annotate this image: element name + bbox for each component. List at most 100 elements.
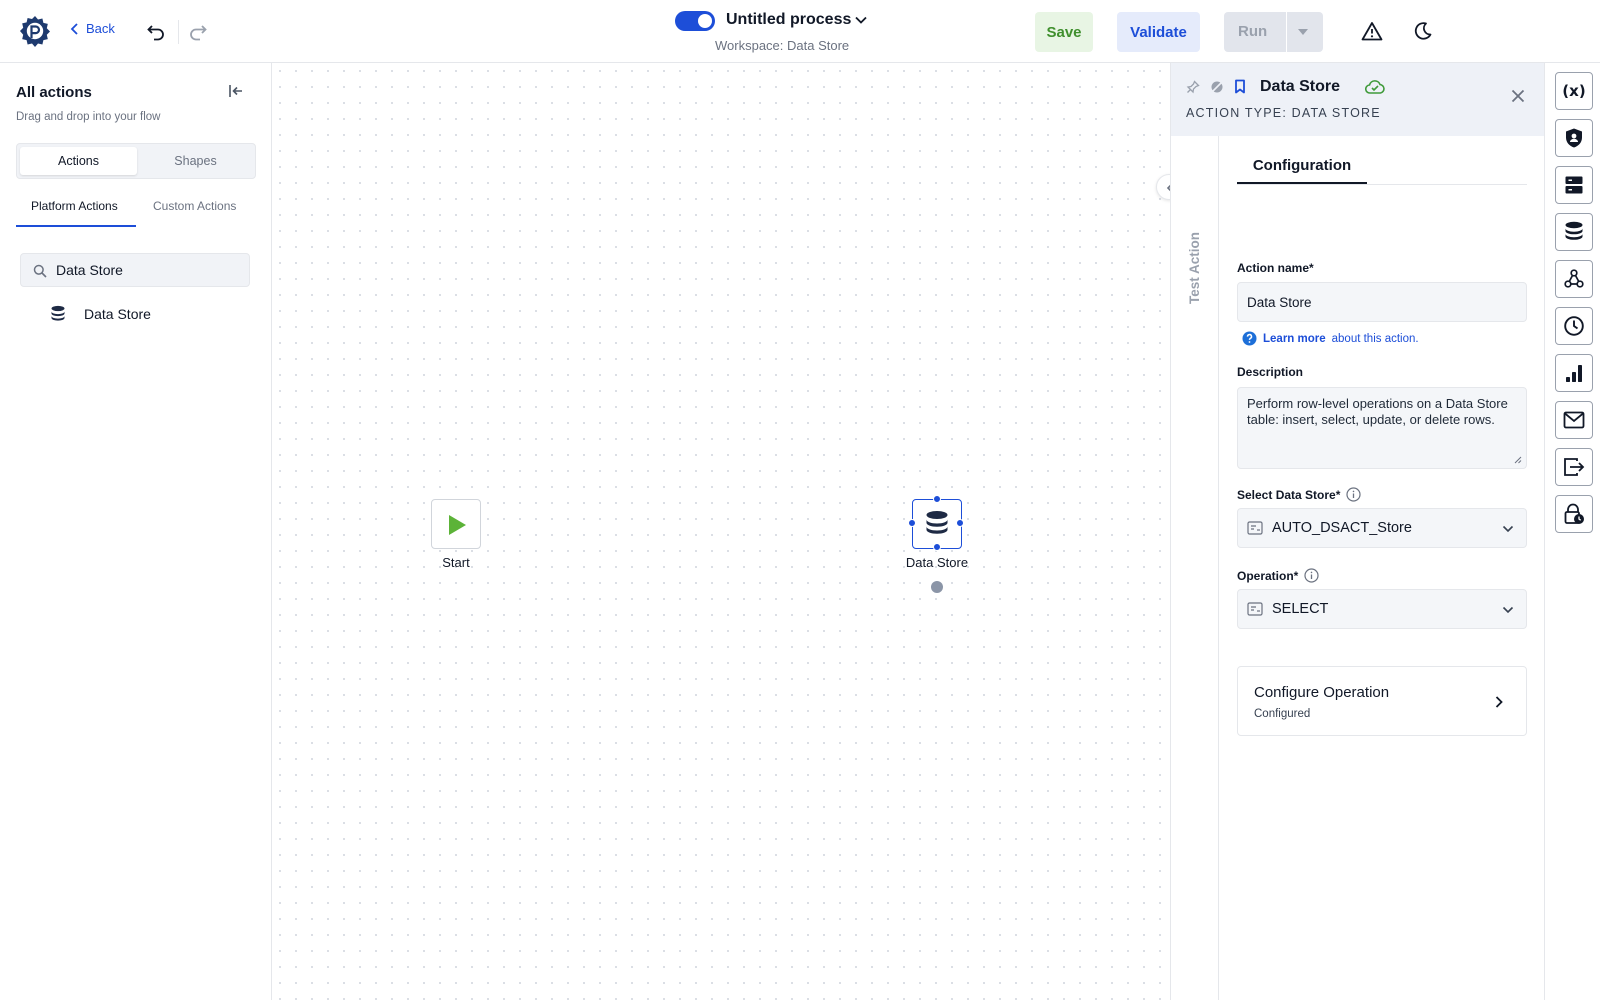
list-item[interactable]: Data Store [20, 298, 250, 330]
chevron-down-icon [1502, 606, 1514, 614]
configure-operation-card[interactable]: Configure Operation Configured [1237, 666, 1527, 736]
chevron-right-icon [1495, 696, 1503, 708]
process-enabled-toggle[interactable] [675, 11, 715, 31]
back-label: Back [86, 21, 115, 36]
select-store-label-row: Select Data Store* [1237, 487, 1361, 502]
action-name-input[interactable] [1238, 283, 1526, 321]
undo-icon[interactable] [146, 21, 166, 41]
segment-actions[interactable]: Actions [20, 147, 137, 175]
pin-icon[interactable] [1186, 79, 1200, 94]
tab-configuration[interactable]: Configuration [1237, 150, 1367, 184]
run-split-divider [1286, 12, 1287, 52]
test-action-label: Test Action [1187, 231, 1202, 304]
tools-rail: (x) [1544, 63, 1600, 1000]
schedule-button[interactable] [1555, 307, 1593, 345]
info-icon[interactable] [1304, 568, 1319, 583]
lock-clock-icon [1564, 503, 1584, 524]
select-store-label: Select Data Store* [1237, 487, 1341, 502]
lock-schedule-button[interactable] [1555, 495, 1593, 533]
operation-select-value: SELECT [1272, 601, 1329, 617]
shield-icon [1566, 128, 1582, 148]
action-name-label: Action name* [1237, 261, 1314, 275]
run-label: Run [1238, 23, 1268, 40]
operation-label: Operation* [1237, 568, 1299, 583]
panel-title: All actions [16, 84, 92, 101]
app-logo[interactable] [18, 14, 52, 48]
active-tab-underline [16, 225, 136, 227]
list-item-label: Data Store [84, 306, 151, 322]
chart-icon [1566, 365, 1582, 382]
cloud-check-icon [1365, 80, 1385, 94]
action-search [20, 253, 250, 287]
redo-icon[interactable] [188, 21, 208, 41]
collapse-panel-icon[interactable] [228, 83, 244, 99]
workspace-label: Workspace: Data Store [715, 38, 850, 53]
caret-down-icon[interactable] [1297, 27, 1309, 37]
variables-button[interactable]: (x) [1555, 72, 1593, 110]
description-textarea[interactable]: Perform row-level operations on a Data S… [1238, 388, 1526, 468]
database-icon [926, 511, 948, 534]
description-label: Description [1237, 365, 1304, 379]
help-circle-icon [1242, 331, 1257, 346]
action-name-field [1237, 282, 1527, 322]
chevron-down-icon [1502, 525, 1514, 533]
resize-grip-icon[interactable] [1514, 456, 1522, 464]
data-store-node-label: Data Store [905, 555, 969, 570]
server-button[interactable] [1555, 166, 1593, 204]
select-field-icon [1247, 521, 1263, 535]
save-button[interactable]: Save [1035, 12, 1093, 52]
play-icon [449, 515, 466, 535]
segment-shapes[interactable]: Shapes [137, 147, 254, 175]
eye-off-icon[interactable] [1210, 80, 1224, 94]
process-title[interactable]: Untitled process [726, 11, 851, 29]
configure-operation-title: Configure Operation [1254, 684, 1390, 701]
connector-handle-bottom[interactable] [933, 543, 941, 551]
webhook-button[interactable] [1555, 260, 1593, 298]
run-button[interactable]: Run [1224, 12, 1323, 52]
data-store-select[interactable]: AUTO_DSACT_Store [1237, 508, 1527, 548]
operation-label-row: Operation* [1237, 568, 1319, 583]
data-store-button[interactable] [1555, 213, 1593, 251]
top-bar: Back Untitled process Workspace: Data St… [0, 0, 1600, 63]
panel-subtitle: Drag and drop into your flow [16, 111, 161, 123]
flow-canvas[interactable]: Start Data Store [272, 63, 1170, 1000]
start-node-label: Start [442, 555, 470, 570]
select-field-icon [1247, 602, 1263, 616]
config-header: Data Store ACTION TYPE: DATA STORE [1171, 63, 1545, 136]
tab-custom-actions[interactable]: Custom Actions [153, 199, 236, 213]
webhook-icon [1564, 269, 1584, 288]
learn-more-suffix: about this action. [1331, 332, 1419, 345]
close-icon[interactable] [1511, 89, 1525, 103]
connector-handle-top[interactable] [933, 495, 941, 503]
export-icon [1564, 458, 1585, 476]
info-icon[interactable] [1346, 487, 1361, 502]
test-action-side-tab[interactable]: Test Action [1171, 136, 1219, 1000]
warning-icon[interactable] [1361, 21, 1383, 41]
learn-more-row: Learn more about this action. [1242, 331, 1419, 346]
bookmark-icon[interactable] [1234, 79, 1246, 94]
validate-button[interactable]: Validate [1117, 12, 1200, 52]
email-button[interactable] [1555, 401, 1593, 439]
data-store-node[interactable] [908, 495, 964, 551]
toolbar-divider [178, 20, 179, 44]
security-button[interactable] [1555, 119, 1593, 157]
node-output-port[interactable] [931, 581, 943, 593]
analytics-button[interactable] [1555, 354, 1593, 392]
chevron-down-icon[interactable] [854, 13, 868, 27]
export-button[interactable] [1555, 448, 1593, 486]
start-node[interactable] [431, 499, 481, 549]
config-panel: Data Store ACTION TYPE: DATA STORE Test … [1170, 63, 1545, 1000]
search-icon [33, 264, 47, 278]
back-link[interactable]: Back [70, 21, 115, 36]
connector-handle-left[interactable] [908, 519, 916, 527]
search-input[interactable] [56, 254, 246, 286]
operation-select[interactable]: SELECT [1237, 589, 1527, 629]
tab-divider [1237, 184, 1527, 185]
actions-shapes-switch: Actions Shapes [16, 143, 256, 179]
variables-icon: (x) [1562, 82, 1586, 100]
tab-platform-actions[interactable]: Platform Actions [31, 199, 118, 213]
moon-icon[interactable] [1413, 21, 1433, 41]
connector-handle-right[interactable] [956, 519, 964, 527]
learn-more-link[interactable]: Learn more [1263, 333, 1326, 345]
toggle-knob [698, 14, 712, 28]
